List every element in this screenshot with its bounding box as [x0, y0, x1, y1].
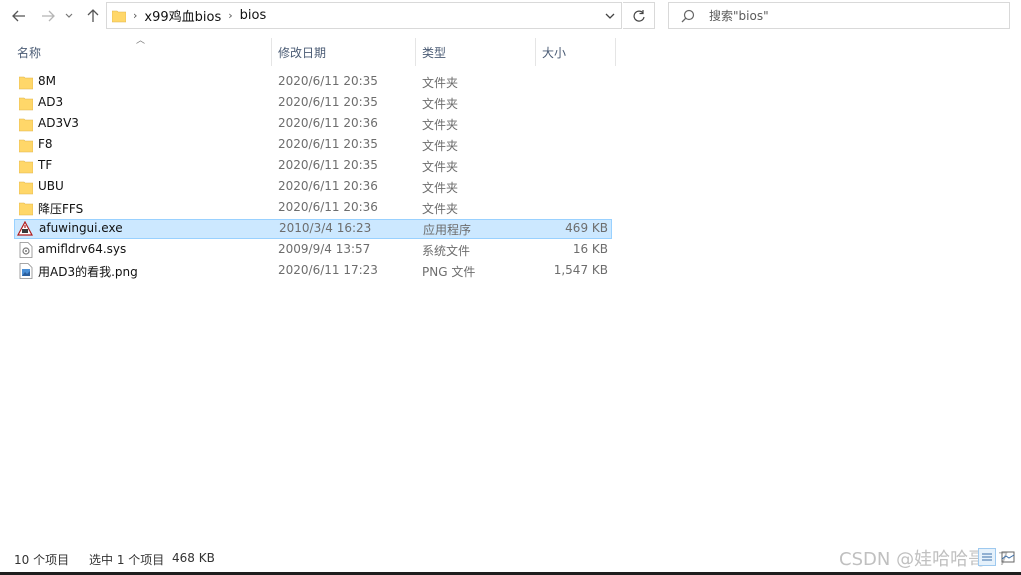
status-item-count: 10 个项目	[14, 553, 70, 567]
folder-icon	[19, 76, 33, 90]
file-date: 2020/6/11 20:35	[278, 74, 378, 88]
arrow-left-icon	[12, 10, 25, 22]
file-name: AD3	[38, 95, 64, 109]
file-name: F8	[38, 137, 53, 151]
file-row[interactable]: F8 2020/6/11 20:35 文件夹	[14, 135, 612, 155]
file-type: 文件夹	[422, 118, 459, 132]
file-size: 16 KB	[572, 242, 608, 256]
details-view-button[interactable]	[978, 548, 996, 566]
chevron-down-icon	[605, 13, 615, 19]
view-switcher	[978, 548, 1017, 566]
file-row[interactable]: AD3 2020/6/11 20:35 文件夹	[14, 93, 612, 113]
search-icon	[681, 9, 695, 22]
file-date: 2010/3/4 16:23	[279, 221, 372, 235]
file-row[interactable]: UBU 2020/6/11 20:36 文件夹	[14, 177, 612, 197]
file-name: AD3V3	[38, 116, 79, 130]
chevron-down-icon	[65, 13, 73, 18]
arrow-up-icon	[87, 9, 99, 22]
sys-file-icon	[19, 242, 33, 258]
file-date: 2020/6/11 20:35	[278, 158, 378, 172]
column-name-label: 名称	[17, 45, 42, 60]
column-date-label: 修改日期	[278, 45, 327, 60]
file-row-selected[interactable]: afuwingui.exe 2010/3/4 16:23 应用程序 469 KB	[14, 219, 612, 239]
search-input[interactable]	[707, 7, 991, 24]
file-row[interactable]: amifldrv64.sys 2009/9/4 13:57 系统文件 16 KB	[14, 240, 612, 260]
search-box[interactable]	[668, 2, 1010, 29]
folder-icon	[19, 181, 33, 195]
file-type: 文件夹	[422, 139, 459, 153]
exe-icon	[17, 221, 33, 236]
file-type: 系统文件	[422, 244, 471, 258]
status-selected-size: 468 KB	[172, 551, 215, 565]
file-name: afuwingui.exe	[39, 221, 123, 235]
column-divider[interactable]	[271, 38, 272, 66]
large-icons-view-icon	[1001, 551, 1015, 563]
folder-icon	[19, 202, 33, 216]
file-type: 文件夹	[422, 202, 459, 216]
column-divider[interactable]	[615, 38, 616, 66]
file-name: 用AD3的看我.png	[38, 265, 138, 279]
file-date: 2020/6/11 17:23	[278, 263, 378, 277]
file-date: 2020/6/11 20:35	[278, 95, 378, 109]
file-type: 文件夹	[422, 76, 459, 90]
file-date: 2009/9/4 13:57	[278, 242, 371, 256]
file-name: UBU	[38, 179, 64, 193]
column-type-label: 类型	[422, 45, 447, 60]
file-name: 8M	[38, 74, 56, 88]
column-divider[interactable]	[415, 38, 416, 66]
details-view-icon	[982, 553, 992, 561]
file-date: 2020/6/11 20:36	[278, 179, 378, 193]
breadcrumb-separator-icon: ›	[228, 9, 233, 22]
folder-icon	[19, 97, 33, 111]
breadcrumb-bios[interactable]: bios	[240, 8, 267, 23]
file-date: 2020/6/11 20:35	[278, 137, 378, 151]
navigation-bar: › x99鸡血bios › bios	[0, 0, 1021, 34]
column-size-label: 大小	[542, 45, 567, 60]
large-icons-view-button[interactable]	[999, 548, 1017, 566]
file-row[interactable]: 用AD3的看我.png 2020/6/11 17:23 PNG 文件 1,547…	[14, 261, 612, 281]
file-type: 文件夹	[422, 181, 459, 195]
column-header-size[interactable]: 大小	[542, 38, 614, 66]
forward-button[interactable]	[38, 6, 58, 26]
column-divider[interactable]	[535, 38, 536, 66]
status-selected-count: 选中 1 个项目	[89, 553, 165, 567]
file-row[interactable]: AD3V3 2020/6/11 20:36 文件夹	[14, 114, 612, 134]
column-header-date[interactable]: 修改日期	[278, 38, 414, 66]
recent-locations-button[interactable]	[62, 6, 76, 26]
address-bar[interactable]: › x99鸡血bios › bios	[106, 2, 622, 29]
back-button[interactable]	[9, 6, 29, 26]
column-header-type[interactable]: 类型	[422, 38, 534, 66]
column-header-name[interactable]: 名称	[17, 38, 270, 66]
file-row[interactable]: 8M 2020/6/11 20:35 文件夹	[14, 72, 612, 92]
refresh-icon	[632, 9, 645, 22]
folder-icon	[19, 139, 33, 153]
folder-icon	[19, 160, 33, 174]
file-row[interactable]: 降压FFS 2020/6/11 20:36 文件夹	[14, 198, 612, 218]
folder-icon	[19, 118, 33, 132]
up-button[interactable]	[83, 6, 103, 26]
folder-icon	[112, 10, 126, 22]
png-file-icon	[19, 263, 33, 279]
refresh-button[interactable]	[623, 2, 655, 29]
file-date: 2020/6/11 20:36	[278, 116, 378, 130]
file-date: 2020/6/11 20:36	[278, 200, 378, 214]
file-name: 降压FFS	[38, 202, 84, 216]
file-row[interactable]: TF 2020/6/11 20:35 文件夹	[14, 156, 612, 176]
file-type: 文件夹	[422, 97, 459, 111]
breadcrumb-separator-icon: ›	[133, 9, 138, 22]
file-name: amifldrv64.sys	[38, 242, 127, 256]
file-size: 1,547 KB	[553, 263, 608, 277]
breadcrumb-x99[interactable]: x99鸡血bios	[144, 6, 221, 25]
file-type: 应用程序	[423, 223, 472, 237]
arrow-right-icon	[42, 10, 55, 22]
file-name: TF	[38, 158, 53, 172]
file-size: 469 KB	[565, 221, 608, 235]
file-type: PNG 文件	[422, 265, 476, 279]
address-dropdown-button[interactable]	[605, 9, 615, 23]
file-type: 文件夹	[422, 160, 459, 174]
